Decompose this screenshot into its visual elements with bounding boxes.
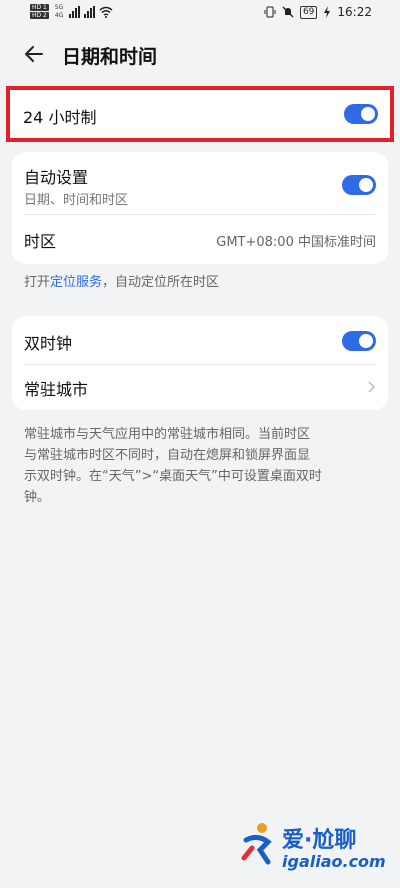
sim1-label: HD 1 (30, 4, 49, 11)
network-types: 5G 4G (53, 4, 65, 19)
vibrate-icon (264, 6, 276, 18)
dual-hint-line: 钟。 (24, 490, 51, 505)
status-right: 69 16:22 (264, 5, 372, 19)
app-header: 日期和时间 (0, 36, 400, 72)
net1-label: 5G (54, 4, 64, 11)
home-city-label: 常驻城市 (24, 380, 89, 399)
page-title: 日期和时间 (62, 46, 158, 68)
timezone-label: 时区 (24, 232, 57, 251)
watermark-url: igaliao.com (282, 852, 386, 871)
dual-clock-card: 双时钟 常驻城市 (12, 316, 388, 410)
hour24-toggle[interactable] (344, 104, 378, 124)
hour24-label: 24 小时制 (23, 108, 97, 127)
status-left: HD 1 HD 2 5G 4G (30, 4, 113, 19)
signal2-icon (84, 5, 96, 18)
dual-clock-row[interactable]: 双时钟 (12, 316, 388, 364)
hint-prefix: 打开 (24, 275, 51, 290)
status-bar: HD 1 HD 2 5G 4G 69 16:22 (0, 0, 400, 28)
wifi-icon (99, 6, 113, 18)
clock: 16:22 (337, 5, 372, 19)
dual-clock-toggle[interactable] (342, 331, 376, 351)
timezone-value: GMT+08:00 中国标准时间 (216, 235, 376, 250)
chevron-right-icon (368, 381, 376, 393)
auto-set-row[interactable]: 自动设置 日期、时间和时区 (12, 152, 388, 214)
watermark-text: 爱·尬聊 (282, 828, 357, 853)
signal-icon (69, 5, 81, 18)
home-city-row[interactable]: 常驻城市 (12, 364, 388, 410)
auto-set-sub: 日期、时间和时区 (24, 193, 129, 208)
location-hint: 打开定位服务，自动定位所在时区 (24, 272, 219, 293)
dual-hint-line: 与常驻城市时区不同时，自动在熄屏和锁屏界面显 (24, 448, 311, 463)
timezone-row[interactable]: 时区 GMT+08:00 中国标准时间 (12, 214, 388, 264)
sim-indicators: HD 1 HD 2 (30, 4, 49, 19)
charging-icon (324, 6, 331, 18)
runner-logo-icon (241, 823, 272, 865)
net2-label: 4G (54, 12, 64, 19)
mute-bell-icon (282, 6, 294, 18)
auto-set-label: 自动设置 (24, 168, 89, 187)
battery-level: 69 (299, 5, 318, 19)
site-watermark: 爱·尬聊 igaliao.com (238, 820, 388, 880)
auto-time-card: 自动设置 日期、时间和时区 时区 GMT+08:00 中国标准时间 (12, 152, 388, 264)
auto-set-toggle[interactable] (342, 175, 376, 195)
sim2-label: HD 2 (30, 12, 49, 19)
dual-clock-label: 双时钟 (24, 334, 73, 353)
dual-hint-line: 常驻城市与天气应用中的常驻城市相同。当前时区 (24, 427, 311, 442)
dual-clock-hint: 常驻城市与天气应用中的常驻城市相同。当前时区 与常驻城市时区不同时，自动在熄屏和… (24, 424, 322, 508)
hint-suffix: ，自动定位所在时区 (102, 275, 220, 290)
back-arrow-icon[interactable] (22, 42, 46, 66)
location-service-link[interactable]: 定位服务 (50, 275, 102, 290)
dual-hint-line: 示双时钟。在“天气”>“桌面天气”中可设置桌面双时 (24, 469, 322, 484)
hour24-row[interactable]: 24 小时制 (6, 86, 394, 142)
